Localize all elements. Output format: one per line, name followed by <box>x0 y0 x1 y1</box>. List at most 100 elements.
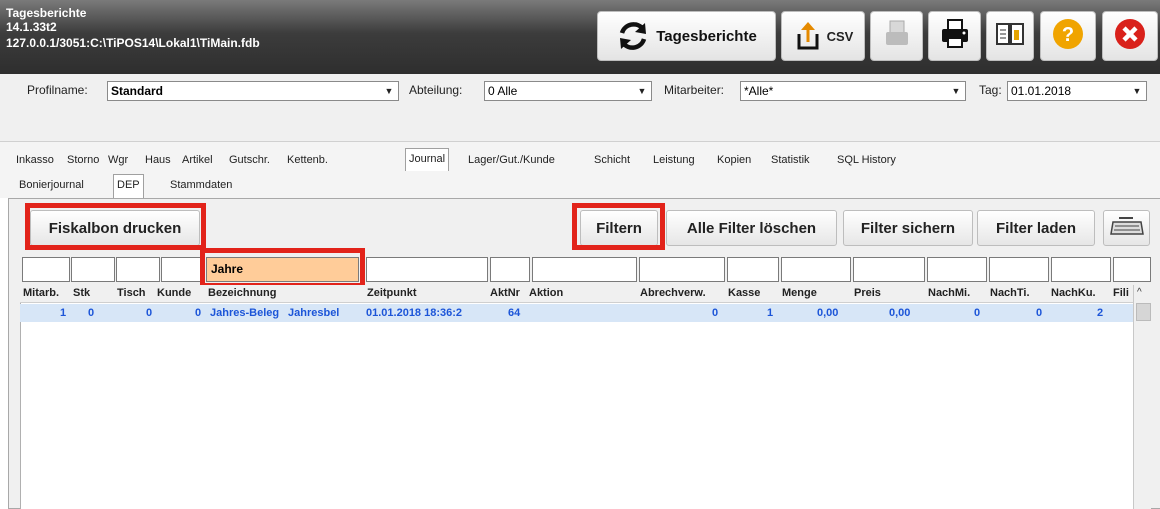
tab-lager[interactable]: Lager/Gut./Kunde <box>468 154 555 166</box>
svg-text:?: ? <box>1062 24 1074 46</box>
cell-bezeichnung: Jahres-Beleg <box>210 307 280 319</box>
cell-bezeichnung-2: Jahresbel <box>288 307 340 319</box>
table-row[interactable]: 1 0 0 0 Jahres-Beleg Jahresbel 01.01.201… <box>20 304 1133 322</box>
tab-sql-history[interactable]: SQL History <box>837 154 896 166</box>
filter-abrechverw-input[interactable] <box>639 257 725 282</box>
col-menge[interactable]: Menge <box>782 287 817 299</box>
filter-aktnr-input[interactable] <box>490 257 530 282</box>
sub-tab-bar: Bonierjournal DEP Stammdaten <box>0 174 1160 198</box>
col-aktnr[interactable]: AktNr <box>490 287 520 299</box>
tab-artikel[interactable]: Artikel <box>182 154 213 166</box>
tab-haus[interactable]: Haus <box>145 154 171 166</box>
tab-inkasso[interactable]: Inkasso <box>16 154 54 166</box>
filter-nachmi-input[interactable] <box>927 257 987 282</box>
tab-journal[interactable]: Journal <box>405 148 450 171</box>
tagesberichte-label: Tagesberichte <box>656 27 757 45</box>
filter-nachku-input[interactable] <box>1051 257 1111 282</box>
alle-filter-loeschen-button[interactable]: Alle Filter löschen <box>666 210 837 246</box>
cell-kasse: 1 <box>767 307 774 319</box>
col-nachku[interactable]: NachKu. <box>1051 287 1096 299</box>
export-icon <box>793 20 823 52</box>
col-nachti[interactable]: NachTi. <box>990 287 1030 299</box>
tab-leistung[interactable]: Leistung <box>653 154 695 166</box>
profilname-select[interactable]: Standard ▼ <box>107 81 399 101</box>
vertical-scrollbar[interactable]: ^ <box>1133 285 1151 509</box>
filter-stk-input[interactable] <box>71 257 115 282</box>
abteilung-select[interactable]: 0 Alle ▼ <box>484 81 652 101</box>
filter-fili-input[interactable] <box>1113 257 1151 282</box>
filter-laden-button[interactable]: Filter laden <box>977 210 1095 246</box>
highlight-fiskalbon <box>25 203 206 250</box>
filter-zeitpunkt-input[interactable] <box>366 257 488 282</box>
print-disabled-button[interactable] <box>870 11 923 61</box>
window-title: Tagesberichte <box>6 6 87 20</box>
filter-aktion-input[interactable] <box>532 257 637 282</box>
filter-mitarb-input[interactable] <box>22 257 70 282</box>
col-tisch[interactable]: Tisch <box>117 287 146 299</box>
abteilung-value: 0 Alle <box>488 84 518 98</box>
filter-bar: Profilname: Standard ▼ Abteilung: 0 Alle… <box>0 74 1160 142</box>
subtab-dep[interactable]: DEP <box>113 174 144 198</box>
tab-schicht[interactable]: Schicht <box>594 154 630 166</box>
cell-mitarb: 1 <box>60 307 67 319</box>
col-preis[interactable]: Preis <box>854 287 881 299</box>
subtab-stammdaten[interactable]: Stammdaten <box>170 179 232 191</box>
col-bezeichnung[interactable]: Bezeichnung <box>208 287 276 299</box>
keyboard-button[interactable] <box>1103 210 1150 246</box>
col-nachmi[interactable]: NachMi. <box>928 287 970 299</box>
manual-button[interactable] <box>986 11 1034 61</box>
subtab-bonierjournal[interactable]: Bonierjournal <box>19 179 84 191</box>
cell-preis: 0,00 <box>889 307 911 319</box>
col-stk[interactable]: Stk <box>73 287 90 299</box>
col-abrechverw[interactable]: Abrechverw. <box>640 287 706 299</box>
close-icon <box>1113 17 1147 56</box>
mitarbeiter-select[interactable]: *Alle* ▼ <box>740 81 966 101</box>
csv-export-button[interactable]: CSV <box>781 11 865 61</box>
col-fili[interactable]: Fili <box>1113 287 1129 299</box>
mitarbeiter-label: Mitarbeiter: <box>664 83 725 97</box>
cell-nachti: 0 <box>1036 307 1043 319</box>
chevron-down-icon: ▼ <box>637 86 647 96</box>
col-aktion[interactable]: Aktion <box>529 287 563 299</box>
filter-sichern-button[interactable]: Filter sichern <box>843 210 973 246</box>
scroll-up-icon[interactable]: ^ <box>1137 287 1142 298</box>
col-kasse[interactable]: Kasse <box>728 287 760 299</box>
keyboard-icon <box>1109 214 1145 242</box>
filter-preis-input[interactable] <box>853 257 925 282</box>
help-icon: ? <box>1051 17 1085 56</box>
tab-kettenb[interactable]: Kettenb. <box>287 154 328 166</box>
scrollbar-thumb[interactable] <box>1136 303 1151 321</box>
version-label: 14.1.33t2 <box>6 20 57 34</box>
printer-icon <box>939 18 971 55</box>
csv-label: CSV <box>826 28 854 44</box>
tagesberichte-button[interactable]: Tagesberichte <box>597 11 776 61</box>
col-zeitpunkt[interactable]: Zeitpunkt <box>367 287 417 299</box>
filter-tisch-input[interactable] <box>116 257 160 282</box>
close-button[interactable] <box>1102 11 1158 61</box>
col-kunde[interactable]: Kunde <box>157 287 191 299</box>
tag-select[interactable]: 01.01.2018 ▼ <box>1007 81 1147 101</box>
printer-button[interactable] <box>928 11 981 61</box>
filter-menge-input[interactable] <box>781 257 851 282</box>
cell-zeitpunkt: 01.01.2018 18:36:2 <box>366 307 463 319</box>
col-mitarb[interactable]: Mitarb. <box>23 287 59 299</box>
tab-statistik[interactable]: Statistik <box>771 154 810 166</box>
cell-abrechverw: 0 <box>712 307 719 319</box>
filter-nachti-input[interactable] <box>989 257 1049 282</box>
help-button[interactable]: ? <box>1040 11 1096 61</box>
title-bar: Tagesberichte 14.1.33t2 127.0.0.1/3051:C… <box>0 0 1160 74</box>
filter-kunde-input[interactable] <box>161 257 205 282</box>
mitarbeiter-value: *Alle* <box>744 84 774 98</box>
tab-wgr[interactable]: Wgr <box>108 154 128 166</box>
receipt-printer-icon <box>883 19 911 54</box>
tab-storno[interactable]: Storno <box>67 154 99 166</box>
profilname-label: Profilname: <box>27 83 88 97</box>
tab-kopien[interactable]: Kopien <box>717 154 751 166</box>
cell-tisch: 0 <box>146 307 153 319</box>
tag-label: Tag: <box>979 83 1002 97</box>
tab-gutschr[interactable]: Gutschr. <box>229 154 270 166</box>
chevron-down-icon: ▼ <box>1132 86 1142 96</box>
book-icon <box>995 21 1025 52</box>
grid-header: Mitarb. Stk Tisch Kunde Bezeichnung Zeit… <box>20 285 1133 303</box>
filter-kasse-input[interactable] <box>727 257 779 282</box>
